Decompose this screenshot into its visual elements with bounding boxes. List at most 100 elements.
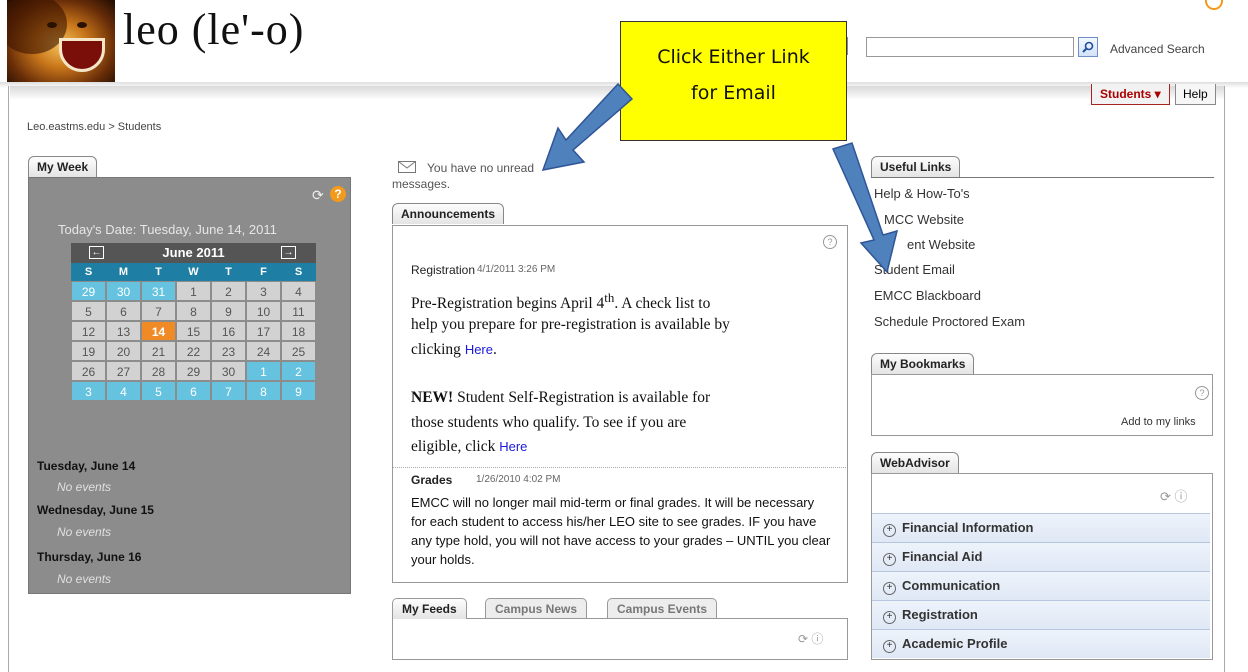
webadvisor-item-communication[interactable]: + Communication [872,571,1210,600]
today-date-label: Today's Date: Tuesday, June 14, 2011 [58,222,277,237]
event-note: No events [57,480,112,494]
calendar-weekday-header: T [141,263,176,281]
calendar-day[interactable]: 23 [211,341,246,361]
calendar-day[interactable]: 14 [141,321,176,341]
calendar-day[interactable]: 19 [71,341,106,361]
calendar-day[interactable]: 20 [106,341,141,361]
expand-plus-icon: + [883,553,896,566]
help-button[interactable]: Help [1175,84,1216,105]
tab-campus-news[interactable]: Campus News [485,598,588,619]
calendar-day[interactable]: 7 [211,381,246,401]
breadcrumb[interactable]: Leo.eastms.edu > Students [27,121,161,133]
students-menu-button[interactable]: Students ▾ [1091,84,1170,105]
calendar-day[interactable]: 1 [176,281,211,301]
calendar-day[interactable]: 11 [281,301,316,321]
tab-webadvisor[interactable]: WebAdvisor [871,452,959,473]
help-icon[interactable]: ? [1195,386,1209,400]
advanced-search-link[interactable]: Advanced Search [1110,42,1205,56]
calendar-day[interactable]: 28 [141,361,176,381]
tab-my-feeds[interactable]: My Feeds [392,598,467,619]
calendar-day[interactable]: 29 [176,361,211,381]
useful-links-divider [871,177,1214,178]
link-schedule-proctored-exam[interactable]: Schedule Proctored Exam [874,314,1025,329]
calendar-day[interactable]: 29 [71,281,106,301]
calendar-weekday-header: W [176,263,211,281]
calendar-day[interactable]: 16 [211,321,246,341]
here-link[interactable]: Here [499,439,527,454]
calendar-day[interactable]: 2 [281,361,316,381]
calendar-weekday-header: T [211,263,246,281]
help-icon[interactable]: ? [330,186,346,202]
calendar-day[interactable]: 9 [281,381,316,401]
link-student-website[interactable]: ent Website [907,237,975,252]
calendar-day[interactable]: 30 [211,361,246,381]
announcement-text: clicking Here. [411,341,497,358]
calendar-day[interactable]: 22 [176,341,211,361]
announcement-date: 1/26/2010 4:02 PM [476,474,561,485]
calendar-day[interactable]: 2 [211,281,246,301]
calendar-day[interactable]: 5 [141,381,176,401]
calendar-day[interactable]: 4 [106,381,141,401]
expand-plus-icon: + [883,611,896,624]
messages-status[interactable]: You have no unread messages. [392,160,567,192]
calendar-weekday-header: S [281,263,316,281]
tab-announcements[interactable]: Announcements [392,203,505,224]
help-icon[interactable]: ? [823,235,837,249]
calendar-day[interactable]: 6 [106,301,141,321]
feeds-panel [392,618,848,660]
calendar-day[interactable]: 31 [141,281,176,301]
calendar-day[interactable]: 24 [246,341,281,361]
calendar-day[interactable]: 7 [141,301,176,321]
webadvisor-item-registration[interactable]: + Registration [872,600,1210,629]
refresh-icon[interactable]: ⟳ ⓘ [798,630,823,647]
site-logo-text[interactable]: leo (le'-o) [123,4,304,55]
link-emcc-website[interactable]: MCC Website [884,212,964,227]
here-link[interactable]: Here [465,342,493,357]
calendar-day[interactable]: 8 [246,381,281,401]
search-input[interactable] [866,37,1074,57]
calendar-day[interactable]: 10 [246,301,281,321]
calendar-day[interactable]: 13 [106,321,141,341]
announcement-text: EMCC will no longer mail mid-term or fin… [411,495,831,567]
calendar-day[interactable]: 1 [246,361,281,381]
calendar-day[interactable]: 18 [281,321,316,341]
calendar-day[interactable]: 8 [176,301,211,321]
refresh-icon[interactable]: ⟳ [312,187,324,204]
calendar-month-title: June 2011 [71,243,316,263]
calendar-day[interactable]: 17 [246,321,281,341]
search-button[interactable] [1078,37,1098,57]
tab-my-week[interactable]: My Week [28,156,98,177]
link-help-howto[interactable]: Help & How-To's [874,186,970,201]
calendar-day[interactable]: 3 [71,381,106,401]
calendar-day[interactable]: 27 [106,361,141,381]
tab-useful-links[interactable]: Useful Links [871,156,961,177]
webadvisor-item-financial-aid[interactable]: + Financial Aid [872,542,1210,571]
refresh-icon[interactable]: ⟳ ⓘ [1160,486,1188,505]
expand-plus-icon: + [883,582,896,595]
nav-bar [10,86,1224,100]
calendar-day[interactable]: 9 [211,301,246,321]
tab-my-bookmarks[interactable]: My Bookmarks [871,353,975,374]
calendar-day[interactable]: 21 [141,341,176,361]
link-emcc-blackboard[interactable]: EMCC Blackboard [874,288,981,303]
announcement-divider [393,467,846,468]
calendar-day[interactable]: 4 [281,281,316,301]
link-student-email[interactable]: Student Email [874,262,955,277]
webadvisor-item-financial-information[interactable]: + Financial Information [872,513,1210,542]
calendar-day[interactable]: 25 [281,341,316,361]
calendar-day[interactable]: 30 [106,281,141,301]
calendar-day[interactable]: 6 [176,381,211,401]
calendar-day[interactable]: 5 [71,301,106,321]
calendar-next-icon[interactable]: → [281,246,296,259]
lion-logo-image[interactable] [7,0,115,82]
add-to-my-links-link[interactable]: Add to my links [1121,416,1196,428]
calendar-day[interactable]: 15 [176,321,211,341]
webadvisor-item-academic-profile[interactable]: + Academic Profile [872,629,1210,658]
tab-campus-events[interactable]: Campus Events [607,598,718,619]
calendar-day[interactable]: 26 [71,361,106,381]
calendar-prev-icon[interactable]: ← [89,246,104,259]
calendar-weekday-header: S [71,263,106,281]
event-note: No events [57,572,112,586]
calendar-day[interactable]: 3 [246,281,281,301]
calendar-day[interactable]: 12 [71,321,106,341]
